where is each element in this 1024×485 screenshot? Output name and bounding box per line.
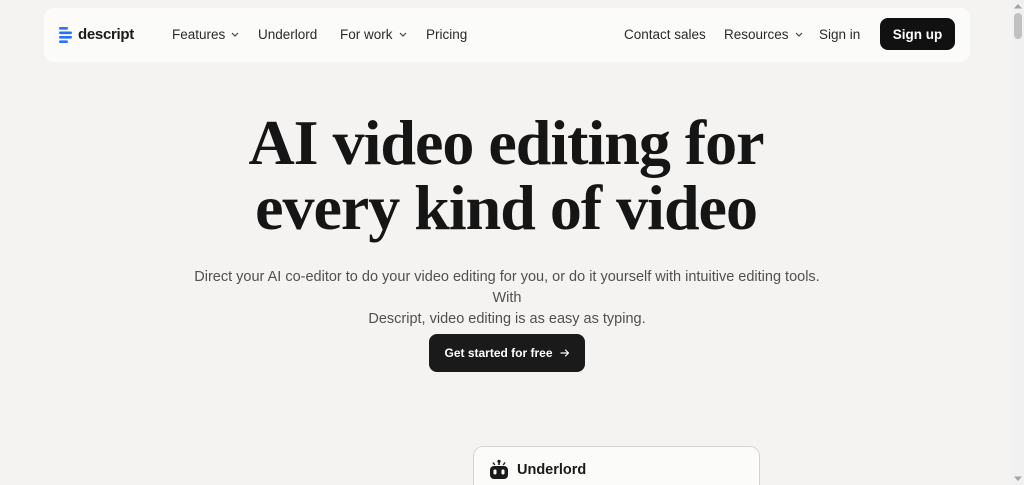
hero-title: AI video editing for every kind of video [0, 110, 1012, 240]
get-started-label: Get started for free [444, 346, 553, 360]
nav-item-label: Features [172, 27, 226, 42]
hero-subtitle-line-1: Direct your AI co-editor to do your vide… [194, 269, 820, 306]
nav-item-contact-sales[interactable]: Contact sales [624, 27, 706, 42]
nav-item-pricing[interactable]: Pricing [426, 27, 467, 42]
nav-item-features[interactable]: Features [172, 27, 239, 42]
descript-logo-icon [59, 26, 72, 43]
nav-item-label: Pricing [426, 27, 468, 42]
chevron-down-icon [795, 32, 802, 37]
hero-title-line-1: AI video editing for [248, 107, 764, 178]
robot-icon [490, 459, 508, 479]
logo-text: descript [78, 26, 134, 43]
nav-item-sign-in[interactable]: Sign in [819, 27, 860, 42]
nav-item-underlord[interactable]: Underlord [258, 27, 317, 42]
nav-item-label: Resources [724, 27, 789, 42]
chevron-down-icon [399, 32, 406, 37]
nav-item-for-work[interactable]: For work [340, 27, 407, 42]
hero-subtitle-line-2: Descript, video editing is as easy as ty… [368, 311, 646, 327]
nav-item-resources[interactable]: Resources [724, 27, 803, 42]
nav-item-label: Sign in [819, 27, 861, 42]
card-title: Underlord [517, 462, 587, 478]
arrow-right-icon [559, 349, 569, 357]
scroll-up-arrow-icon[interactable] [1014, 3, 1022, 9]
card-header: Underlord [488, 459, 586, 481]
hero-title-line-2: every kind of video [255, 172, 758, 243]
chevron-down-icon [231, 32, 239, 37]
sign-up-button[interactable]: Sign up [880, 18, 955, 50]
scrollbar-thumb[interactable] [1014, 13, 1022, 39]
scroll-down-arrow-icon[interactable] [1014, 476, 1022, 482]
hero-subtitle: Direct your AI co-editor to do your vide… [190, 267, 824, 330]
nav-item-label: For work [340, 27, 393, 42]
get-started-button[interactable]: Get started for free [429, 334, 585, 372]
top-navigation: descript Features Underlord For work Pri… [44, 8, 970, 62]
logo[interactable]: descript [59, 26, 134, 43]
underlord-card: Underlord [473, 446, 760, 485]
vertical-scrollbar[interactable] [1012, 0, 1024, 485]
nav-item-label: Contact sales [624, 27, 706, 42]
nav-item-label: Underlord [258, 27, 318, 42]
